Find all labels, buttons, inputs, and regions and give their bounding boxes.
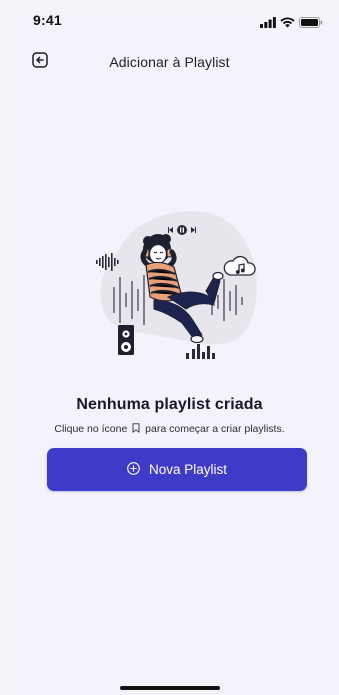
subtitle-text-after: para começar a criar playlists. <box>145 423 285 435</box>
subtitle-text-before: Clique no ícone <box>54 423 128 435</box>
speaker-icon <box>118 325 134 355</box>
header: Adicionar à Playlist <box>0 46 339 78</box>
empty-state-subtitle: Clique no ícone para começar a criar pla… <box>0 423 339 436</box>
empty-state-title: Nenhuma playlist criada <box>76 396 263 413</box>
wifi-icon <box>280 15 295 33</box>
status-bar: 9:41 <box>0 0 339 40</box>
plus-circle-icon <box>127 461 140 478</box>
status-icons <box>260 15 323 33</box>
empty-playlist-illustration <box>82 205 267 373</box>
page-title: Adicionar à Playlist <box>109 54 230 70</box>
new-playlist-button[interactable]: Nova Playlist <box>47 448 307 491</box>
new-playlist-label: Nova Playlist <box>148 462 228 477</box>
bookmark-icon <box>132 423 140 436</box>
home-indicator[interactable] <box>120 686 220 690</box>
status-time: 9:41 <box>33 12 62 28</box>
equalizer-icon <box>186 344 215 359</box>
battery-icon <box>299 15 323 33</box>
signal-icon <box>260 15 276 33</box>
app-screen: 9:41 Adicionar à Playlist Nenhuma playli… <box>0 0 339 695</box>
